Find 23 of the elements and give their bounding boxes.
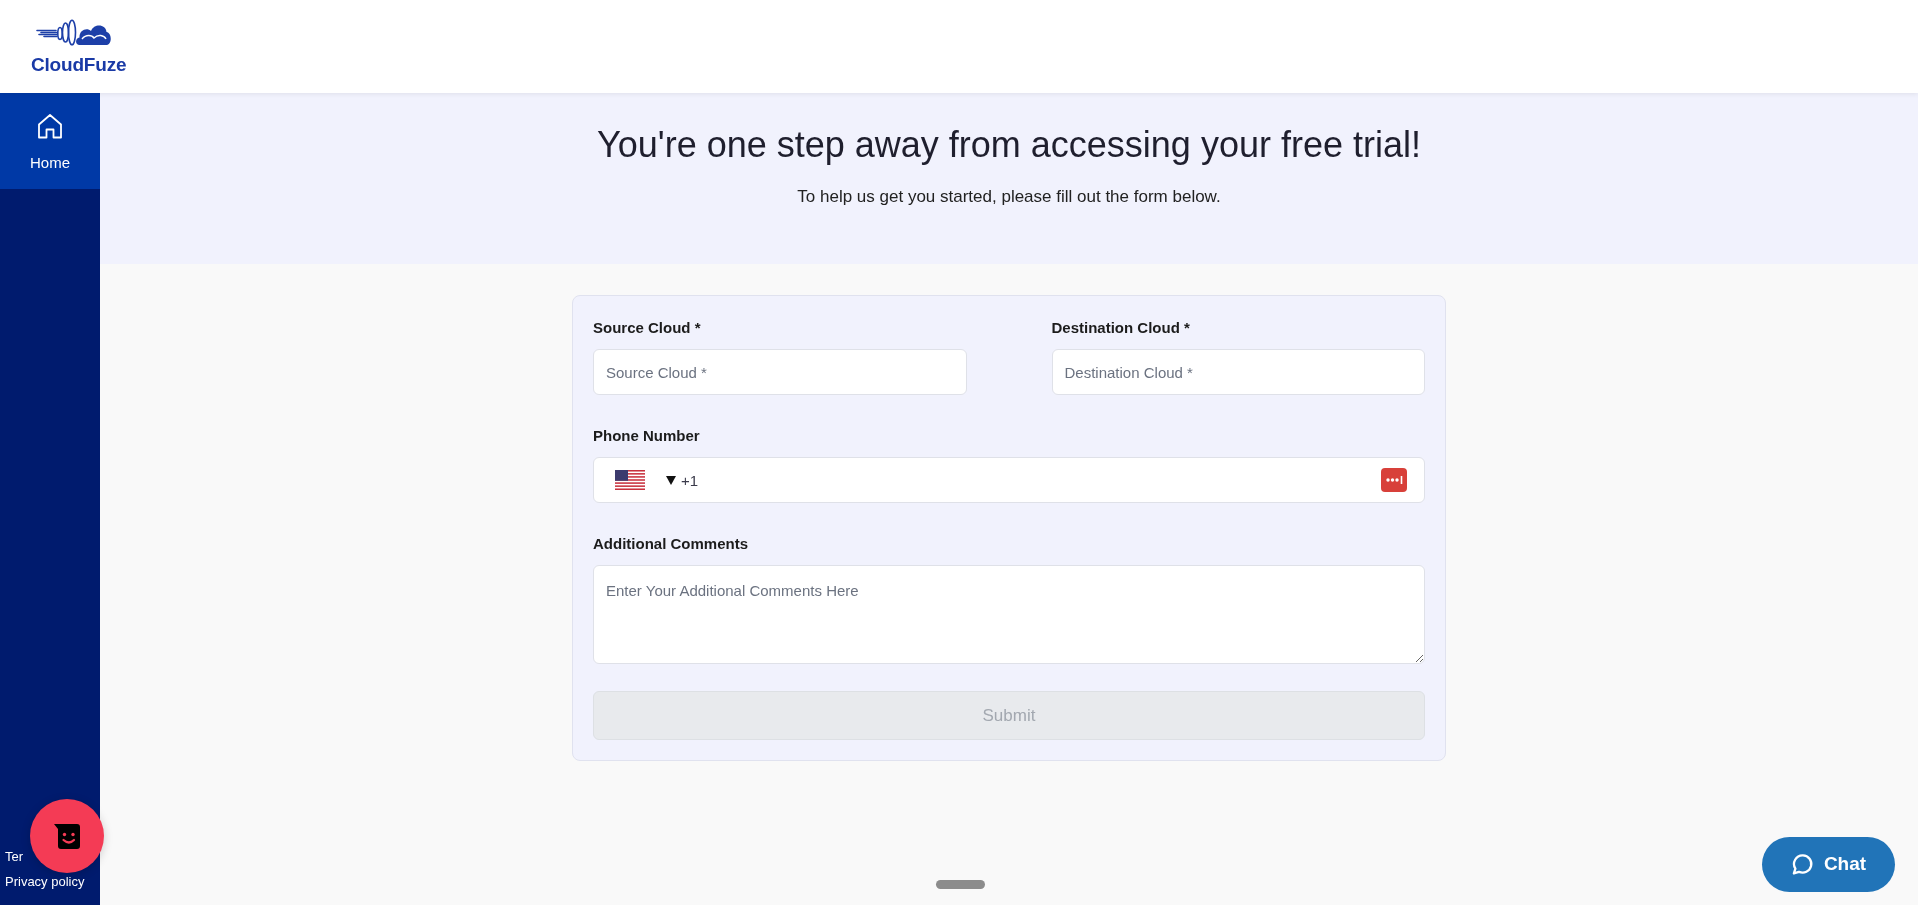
logo-text: CloudFuze [31, 55, 127, 75]
field-label: Source Cloud * [593, 318, 702, 338]
field-label: Additional Comments [593, 534, 749, 554]
dots-icon[interactable] [1381, 468, 1407, 492]
home-nav-item[interactable]: Home [0, 93, 100, 189]
us-flag-icon[interactable] [615, 470, 645, 490]
smiley-chat-icon [53, 822, 81, 850]
phone-field[interactable]: +1 [593, 457, 1425, 503]
footer-link[interactable]: Privacy policy [5, 873, 85, 891]
caret-down-icon[interactable] [666, 476, 676, 485]
field-label: Phone Number [593, 426, 701, 446]
field-label: Destination Cloud * [1051, 318, 1191, 338]
waves-cloud-icon [36, 19, 112, 46]
footer-link[interactable]: Ter [5, 848, 24, 866]
chat-button[interactable]: Chat [1762, 837, 1895, 892]
speech-bubble-icon [1790, 853, 1814, 876]
drag-handle[interactable] [936, 880, 985, 889]
comments-field[interactable]: Enter Your Additional Comments Here [593, 565, 1425, 664]
home-icon [37, 113, 63, 139]
page-title: You're one step away from accessing your free trial! [597, 123, 1421, 167]
text-field[interactable]: Source Cloud * [593, 349, 967, 395]
page-subtitle: To help us get you started, please fill out the form below. [797, 186, 1221, 208]
text-field[interactable]: Destination Cloud * [1051, 349, 1425, 395]
